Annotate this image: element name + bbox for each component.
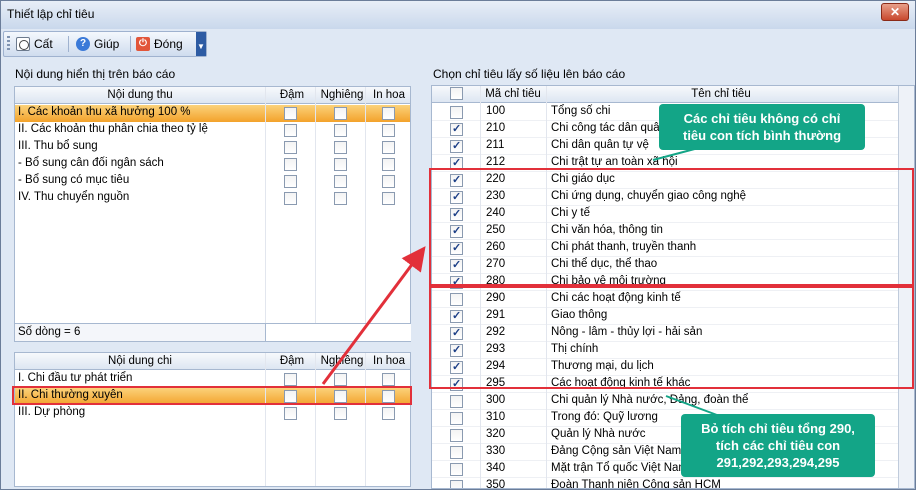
callout-pointer	[665, 395, 718, 416]
settings-window: Thiết lập chỉ tiêu ✕ Cất ? Giúp ⏻ Đóng ▼…	[0, 0, 916, 490]
callout-line: tích các chỉ tiêu con	[715, 438, 841, 453]
callout-line: Các chỉ tiêu không có chỉ	[683, 111, 841, 126]
callout-top: Các chỉ tiêu không có chỉ tiêu con tích …	[659, 104, 865, 150]
callout-bottom: Bỏ tích chỉ tiêu tổng 290, tích các chỉ …	[681, 414, 875, 477]
arrow-line	[321, 246, 426, 385]
callout-line: tiêu con tích bình thường	[682, 128, 842, 143]
callout-line: Bỏ tích chỉ tiêu tổng 290,	[701, 421, 855, 436]
callout-line: 291,292,293,294,295	[716, 455, 840, 470]
